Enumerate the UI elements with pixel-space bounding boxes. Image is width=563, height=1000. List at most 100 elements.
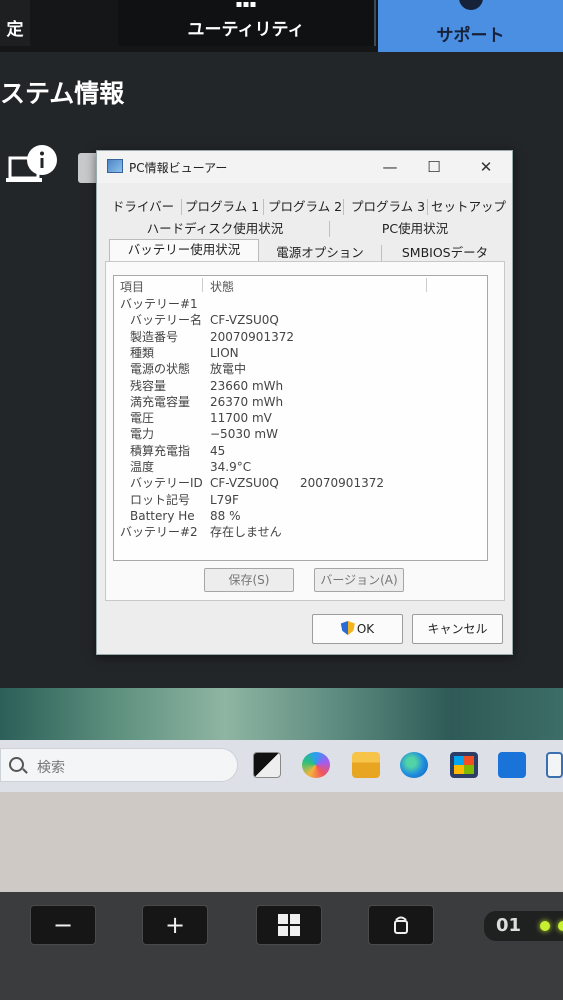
- microsoft-store-icon[interactable]: [450, 752, 478, 778]
- tab-divider: [427, 199, 428, 215]
- tab-divider: [263, 199, 264, 215]
- search-icon: [9, 757, 24, 772]
- list-row[interactable]: 電力 −5030 mW: [120, 426, 480, 442]
- list-row[interactable]: 電源の状態 放電中: [120, 361, 480, 377]
- search-placeholder: 検索: [37, 760, 65, 776]
- row-key: 電力: [130, 427, 155, 442]
- row-value: 20070901372: [210, 329, 294, 344]
- version-button[interactable]: バージョン(A): [314, 568, 404, 592]
- tab-setup[interactable]: セットアップ: [431, 197, 506, 217]
- tab-utility[interactable]: ユーティリティ: [118, 0, 376, 46]
- row-key: 電源の状態: [130, 362, 191, 377]
- tab-program-3[interactable]: プログラム 3: [347, 197, 429, 217]
- list-row[interactable]: 積算充電指 45: [120, 443, 480, 459]
- app-icon-partial[interactable]: [546, 752, 563, 778]
- list-row[interactable]: 残容量 23660 mWh: [120, 378, 480, 394]
- tab-smbios-data[interactable]: SMBIOSデータ: [385, 243, 505, 263]
- column-header-state[interactable]: 状態: [210, 278, 234, 295]
- tab-support-label: サポート: [436, 26, 505, 46]
- tab-pc-usage[interactable]: PC使用状況: [365, 219, 465, 239]
- list-row[interactable]: バッテリー#1: [120, 296, 480, 312]
- copilot-icon[interactable]: [302, 752, 330, 778]
- tab-program-2[interactable]: プログラム 2: [265, 197, 345, 217]
- ok-button[interactable]: OK: [312, 614, 403, 644]
- tab-program-1[interactable]: プログラム 1: [183, 197, 261, 217]
- page-title: ステム情報: [0, 79, 125, 108]
- list-row[interactable]: バッテリー名 CF-VZSU0Q: [120, 312, 480, 328]
- row-value: 存在しません: [210, 525, 282, 540]
- list-row[interactable]: 製造番号 20070901372: [120, 329, 480, 345]
- row-value: CF-VZSU0Q: [210, 313, 279, 328]
- tab-support[interactable]: サポート: [378, 0, 563, 52]
- desktop-wallpaper: [0, 688, 563, 740]
- row-value: 11700 mV: [210, 411, 272, 426]
- title-bar[interactable]: PC情報ビューアー — ☐ ✕: [97, 151, 512, 183]
- battery-led: [558, 921, 563, 931]
- row-value: 34.9°C: [210, 460, 252, 474]
- column-header-item[interactable]: 項目: [120, 278, 144, 295]
- close-button[interactable]: ✕: [471, 155, 501, 179]
- row-key: 積算充電指: [130, 443, 191, 458]
- tab-settings-label: 定: [6, 20, 24, 40]
- tabs-row-2: ハードディスク使用状況 PC使用状況: [105, 219, 505, 239]
- tab-driver[interactable]: ドライバー: [105, 197, 181, 217]
- rotation-lock-key[interactable]: [368, 905, 434, 945]
- row-value: CF-VZSU0Q: [210, 476, 279, 491]
- app-icon: [107, 159, 123, 173]
- tab-divider: [181, 199, 182, 215]
- list-row[interactable]: 種類 LION: [120, 345, 480, 361]
- row-key: バッテリーID: [130, 476, 203, 491]
- row-value: 88 %: [210, 508, 241, 523]
- task-view-icon[interactable]: [253, 752, 281, 778]
- power-led: [540, 921, 550, 931]
- tab-settings[interactable]: 定: [0, 0, 30, 46]
- grid-icon: [236, 2, 256, 7]
- volume-up-key[interactable]: +: [142, 905, 208, 945]
- list-row[interactable]: ロット記号 L79F: [120, 492, 480, 508]
- save-button[interactable]: 保存(S): [204, 568, 294, 592]
- list-row[interactable]: 温度 34.9°C: [120, 459, 480, 475]
- row-value: 放電中: [210, 362, 247, 377]
- taskbar-search-box[interactable]: 検索: [0, 748, 238, 782]
- windows-key[interactable]: [256, 905, 322, 945]
- list-row[interactable]: バッテリー#2 存在しません: [120, 524, 480, 540]
- taskbar: 検索: [0, 740, 563, 792]
- minimize-button[interactable]: —: [375, 155, 405, 179]
- tab-power-options[interactable]: 電源オプション: [261, 243, 379, 263]
- pc-info-icon[interactable]: [6, 144, 58, 190]
- column-divider[interactable]: [202, 278, 203, 292]
- tab-divider: [381, 245, 382, 261]
- tab-battery-usage[interactable]: バッテリー使用状況: [109, 239, 259, 263]
- file-explorer-icon[interactable]: [352, 752, 380, 778]
- edge-browser-icon[interactable]: [400, 752, 428, 778]
- tab-utility-label: ユーティリティ: [187, 20, 305, 40]
- row-value-secondary: 20070901372: [300, 476, 384, 491]
- list-row[interactable]: Battery He 88 %: [120, 508, 480, 524]
- row-key: 種類: [130, 345, 155, 360]
- hardware-button-panel: − + 01: [0, 892, 563, 1000]
- row-key: 満充電容量: [130, 394, 191, 409]
- row-key: バッテリー#2: [120, 525, 198, 540]
- tab-hard-disk-usage[interactable]: ハードディスク使用状況: [127, 219, 303, 239]
- monitor-bezel: [0, 792, 563, 892]
- tabs-row-1: ドライバー プログラム 1 プログラム 2 プログラム 3 セットアップ: [105, 197, 506, 217]
- screen-photo: 定 ユーティリティ サポート ステム情報 PC情報ビューアー — ☐ ✕ ドライ…: [0, 0, 563, 1000]
- column-divider[interactable]: [426, 278, 427, 292]
- row-key: Battery He: [130, 508, 195, 523]
- row-value: −5030 mW: [210, 427, 278, 442]
- cancel-button[interactable]: キャンセル: [412, 614, 503, 644]
- maximize-button[interactable]: ☐: [419, 155, 449, 179]
- mail-icon[interactable]: [498, 752, 526, 778]
- battery-indicator-text: 01: [496, 915, 522, 936]
- row-value: LION: [210, 345, 239, 360]
- volume-down-key[interactable]: −: [30, 905, 96, 945]
- rotate-icon: [394, 916, 408, 934]
- row-value: 23660 mWh: [210, 378, 284, 393]
- battery-info-list[interactable]: 項目 状態 バッテリー#1 バッテリー名 CF-VZSU0Q 製造番号 20070901…: [113, 275, 488, 561]
- list-row[interactable]: バッテリーID CF-VZSU0Q 20070901372: [120, 475, 480, 491]
- tab-divider: [329, 221, 330, 237]
- list-row[interactable]: 満充電容量 26370 mWh: [120, 394, 480, 410]
- list-row[interactable]: 電圧 11700 mV: [120, 410, 480, 426]
- row-key: バッテリー#1: [120, 297, 198, 311]
- tab-divider: [343, 199, 344, 215]
